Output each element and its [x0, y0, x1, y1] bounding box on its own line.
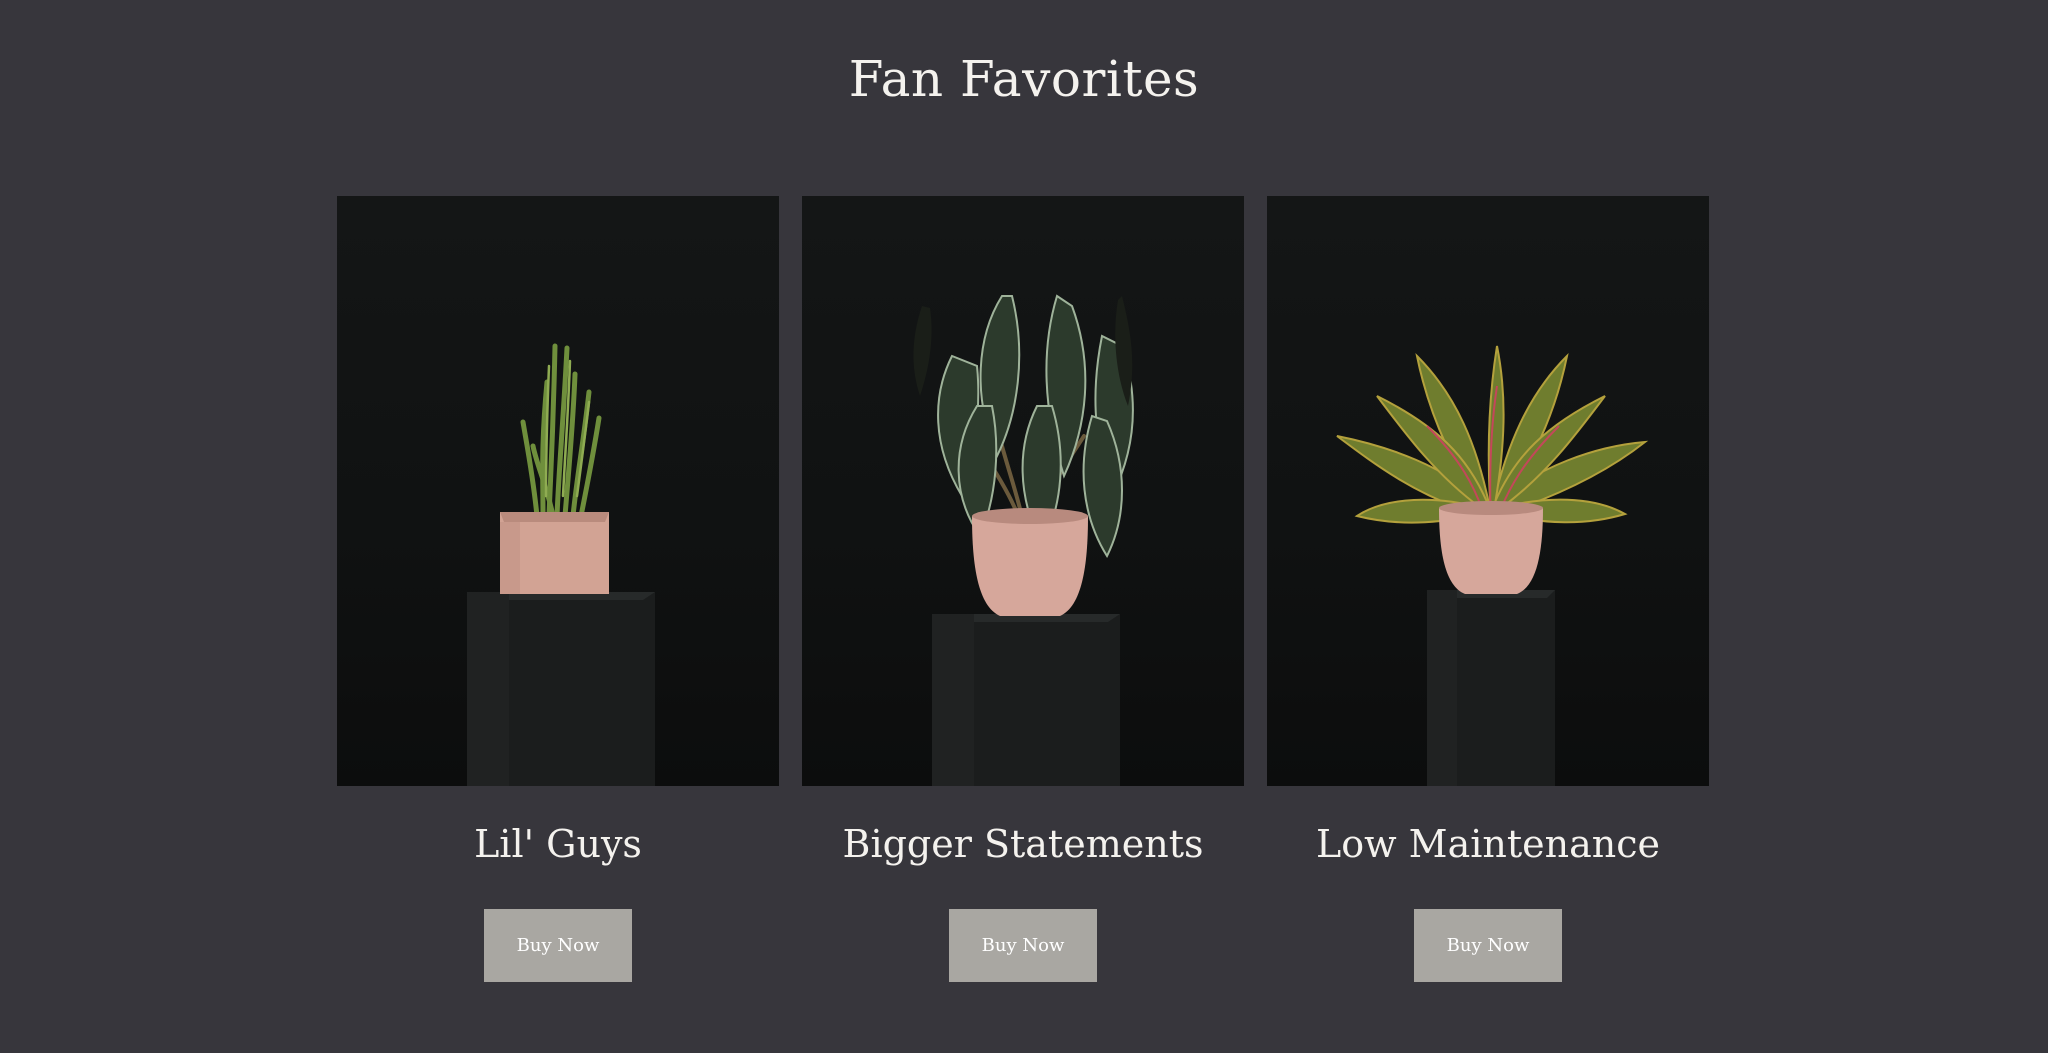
card-title: Bigger Statements: [842, 822, 1204, 866]
fan-favorites-section: Fan Favorites Lil' Guys Buy Now Bigger S…: [0, 0, 2048, 1053]
product-image[interactable]: [1267, 196, 1709, 786]
product-card-lil-guys: Lil' Guys Buy Now: [337, 196, 779, 982]
product-card-low-maintenance: Low Maintenance Buy Now: [1267, 196, 1709, 982]
product-image[interactable]: [337, 196, 779, 786]
section-title: Fan Favorites: [848, 50, 1200, 108]
card-title: Low Maintenance: [1315, 822, 1661, 866]
product-image[interactable]: [802, 196, 1244, 786]
buy-now-button[interactable]: Buy Now: [1414, 909, 1562, 982]
product-card-bigger-statements: Bigger Statements Buy Now: [802, 196, 1244, 982]
product-grid: Lil' Guys Buy Now Bigger Statements Buy …: [337, 196, 1709, 996]
card-title: Lil' Guys: [474, 822, 642, 866]
buy-now-button[interactable]: Buy Now: [949, 909, 1097, 982]
buy-now-button[interactable]: Buy Now: [484, 909, 632, 982]
